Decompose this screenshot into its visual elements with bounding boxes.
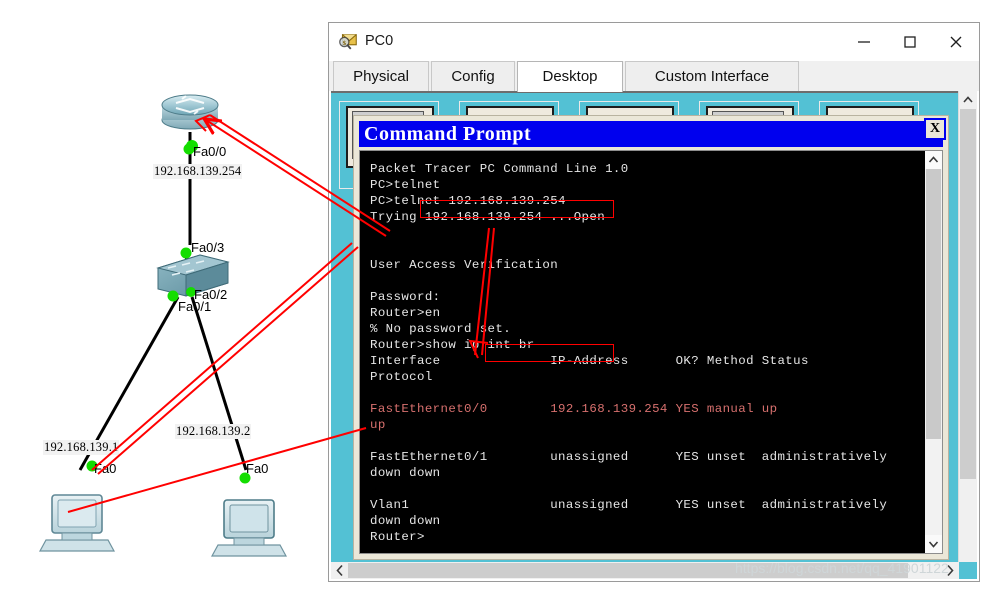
- terminal-scroll-up-icon[interactable]: [925, 151, 942, 169]
- command-prompt-title: Command Prompt: [364, 123, 532, 145]
- show-ip-int-br-box: [485, 344, 614, 362]
- desktop-applications-panel: Command Prompt X Packet Tracer PC Comman…: [331, 91, 977, 579]
- terminal-line: % No password set.: [370, 322, 512, 336]
- terminal-line: Vlan1 unassigned YES unset administrativ…: [370, 498, 888, 512]
- desktop-scroll-up-icon[interactable]: [959, 91, 977, 109]
- pc-right-device: [210, 499, 288, 557]
- terminal-line: User Access Verification: [370, 258, 559, 272]
- tab-bar: Physical Config Desktop Custom Interface: [329, 61, 979, 92]
- terminal-line: Router>show ip int br: [370, 338, 535, 352]
- terminal-line: Router>en: [370, 306, 441, 320]
- terminal-line: up: [370, 418, 386, 432]
- terminal-line: Interface IP-Address OK? Method Status: [370, 354, 809, 368]
- maximize-button[interactable]: [887, 23, 933, 61]
- scroll-left-icon[interactable]: [331, 562, 348, 579]
- switch-port-left-label: Fa0/1: [178, 299, 212, 314]
- pc-left-ip-label: 192.168.139.1: [43, 440, 120, 455]
- terminal-scroll-down-icon[interactable]: [925, 535, 942, 553]
- desktop-vertical-scrollbar[interactable]: [958, 91, 977, 579]
- command-prompt-close-button[interactable]: X: [924, 118, 946, 140]
- watermark-text: https://blog.csdn.net/qq_41901122: [735, 560, 949, 576]
- terminal-line: PC>telnet: [370, 178, 441, 192]
- terminal-output-area[interactable]: Packet Tracer PC Command Line 1.0 PC>teln…: [359, 150, 943, 554]
- router-device: [161, 94, 219, 130]
- terminal-line: Packet Tracer PC Command Line 1.0: [370, 162, 629, 176]
- pc-left-device: [38, 494, 116, 552]
- terminal-line: Password:: [370, 290, 441, 304]
- packet-tracer-device-window: $ PC0 Physical Config Desktop Custom Int…: [328, 22, 980, 582]
- terminal-line: Router>: [370, 530, 425, 544]
- telnet-command-box: [420, 200, 614, 218]
- magnifier-envelope-icon: $: [339, 34, 357, 50]
- terminal-text: Packet Tracer PC Command Line 1.0 PC>teln…: [370, 161, 922, 545]
- tab-physical[interactable]: Physical: [333, 61, 429, 91]
- router-ip-label: 192.168.139.254: [153, 164, 243, 179]
- tab-custom-interface[interactable]: Custom Interface: [625, 61, 799, 91]
- terminal-line: down down: [370, 466, 441, 480]
- scrollbar-corner: [959, 562, 977, 579]
- pc-right-ip-label: 192.168.139.2: [175, 424, 252, 439]
- router-port-label: Fa0/0: [193, 144, 227, 159]
- terminal-vertical-scrollbar[interactable]: [925, 151, 942, 553]
- topology-links: [38, 94, 288, 557]
- close-button[interactable]: [933, 23, 979, 61]
- terminal-line: down down: [370, 514, 441, 528]
- switch-uplink-label: Fa0/3: [191, 240, 225, 255]
- terminal-line: FastEthernet0/1 unassigned YES unset adm…: [370, 450, 888, 464]
- tab-config[interactable]: Config: [431, 61, 515, 91]
- network-topology-canvas: Fa0/0 192.168.139.254 Fa0/3 Fa0/2 Fa0/1 …: [0, 0, 330, 591]
- desktop-scroll-thumb[interactable]: [960, 109, 976, 479]
- terminal-scroll-thumb[interactable]: [926, 169, 941, 439]
- window-titlebar: $ PC0: [329, 23, 979, 61]
- terminal-line: Protocol: [370, 370, 433, 384]
- terminal-line: FastEthernet0/0 192.168.139.254 YES manu…: [370, 402, 778, 416]
- command-prompt-window: Command Prompt X Packet Tracer PC Comman…: [353, 115, 949, 560]
- pc-left-port-label: Fa0: [94, 461, 117, 476]
- pc-right-port-label: Fa0: [246, 461, 269, 476]
- minimize-button[interactable]: [841, 23, 887, 61]
- window-title: PC0: [365, 33, 394, 49]
- tab-desktop[interactable]: Desktop: [517, 61, 623, 92]
- command-prompt-titlebar: Command Prompt: [359, 121, 943, 147]
